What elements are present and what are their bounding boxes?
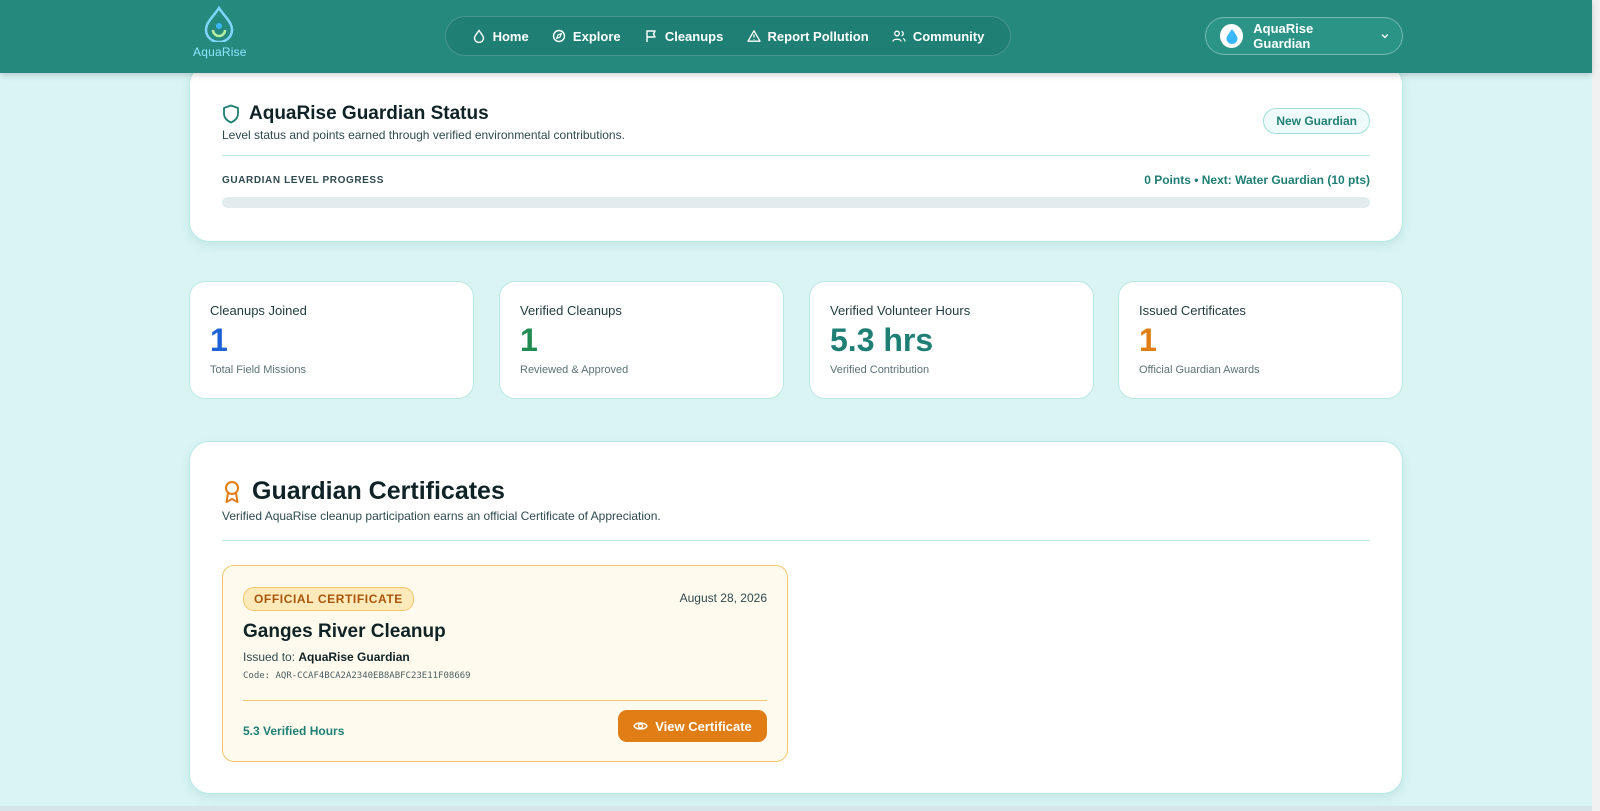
- brand-logo[interactable]: AquaRise: [190, 6, 250, 62]
- nav-item-report-pollution[interactable]: Report Pollution: [746, 28, 869, 44]
- progress-bar: [222, 197, 1370, 208]
- nav-item-home[interactable]: Home: [472, 29, 529, 44]
- stat-value: 1: [520, 322, 538, 358]
- stat-caption: Total Field Missions: [210, 364, 306, 376]
- status-title: AquaRise Guardian Status: [249, 103, 489, 124]
- nav-item-label: Report Pollution: [767, 28, 869, 44]
- view-certificate-label: View Certificate: [655, 718, 752, 734]
- stat-card-verified-cleanups: Verified Cleanups 1 Reviewed & Approved: [499, 281, 784, 399]
- stat-label: Verified Cleanups: [520, 303, 622, 318]
- users-icon: [892, 30, 906, 42]
- droplet-icon: [473, 29, 484, 43]
- status-subtitle: Level status and points earned through v…: [222, 128, 625, 142]
- user-name: AquaRise Guardian: [1253, 21, 1314, 51]
- guardian-level-badge: New Guardian: [1263, 108, 1370, 134]
- top-navigation-bar: AquaRise Home Explore Cleanups Report Po…: [0, 0, 1592, 73]
- nav-item-label: Community: [912, 28, 985, 44]
- divider: [222, 155, 1370, 156]
- nav-item-label: Home: [492, 28, 529, 44]
- status-heading: AquaRise Guardian Status: [222, 103, 489, 125]
- stat-caption: Official Guardian Awards: [1139, 364, 1260, 376]
- nav-item-community[interactable]: Community: [892, 28, 985, 44]
- nav-item-explore[interactable]: Explore: [552, 29, 621, 44]
- water-drop-logo-icon: [204, 6, 234, 42]
- view-certificate-button[interactable]: View Certificate: [618, 710, 767, 742]
- stat-card-volunteer-hours: Verified Volunteer Hours 5.3 hrs Verifie…: [809, 281, 1094, 399]
- official-certificate-badge: OFFICIAL CERTIFICATE: [243, 587, 414, 611]
- certificate-issued-to: Issued to: AquaRise Guardian: [243, 650, 410, 664]
- nav-item-label: Cleanups: [664, 28, 724, 44]
- stat-label: Cleanups Joined: [210, 303, 307, 318]
- certificate-verified-hours: 5.3 Verified Hours: [243, 724, 345, 738]
- award-ribbon-icon: [225, 480, 239, 503]
- certificates-title: Guardian Certificates: [252, 477, 505, 505]
- page-scrollbar[interactable]: [1592, 0, 1600, 811]
- issued-to-name: AquaRise Guardian: [298, 650, 410, 664]
- water-drop-avatar-icon: [1226, 29, 1238, 44]
- eye-icon: [633, 722, 648, 730]
- avatar: [1220, 24, 1244, 48]
- nav-item-label: Explore: [572, 28, 621, 44]
- progress-label: GUARDIAN LEVEL PROGRESS: [222, 175, 384, 186]
- window-bottom-edge: [0, 806, 1592, 811]
- stat-value: 5.3 hrs: [830, 322, 934, 358]
- shield-icon: [223, 104, 239, 124]
- stat-caption: Reviewed & Approved: [520, 364, 629, 376]
- user-menu-button[interactable]: AquaRise Guardian: [1205, 17, 1403, 55]
- nav-item-cleanups[interactable]: Cleanups: [644, 28, 724, 44]
- certificates-subtitle: Verified AquaRise cleanup participation …: [222, 509, 661, 523]
- progress-points-text: 0 Points • Next: Water Guardian (10 pts): [1144, 173, 1370, 187]
- guardian-status-card: AquaRise Guardian Status Level status an…: [189, 64, 1403, 242]
- certificate-date: August 28, 2026: [679, 591, 767, 605]
- stat-card-issued-certificates: Issued Certificates 1 Official Guardian …: [1118, 281, 1403, 399]
- certificate-event-title: Ganges River Cleanup: [243, 621, 446, 642]
- certificate-item: OFFICIAL CERTIFICATE August 28, 2026 Gan…: [222, 565, 788, 762]
- flag-icon: [646, 30, 656, 42]
- main-nav: Home Explore Cleanups Report Pollution C…: [445, 16, 1011, 56]
- divider: [243, 700, 767, 701]
- stat-value: 1: [210, 322, 228, 358]
- certificate-code: Code: AQR-CCAF4BCA2A2340EB8ABFC23E11F086…: [243, 671, 471, 681]
- stat-card-cleanups-joined: Cleanups Joined 1 Total Field Missions: [189, 281, 474, 399]
- stat-label: Issued Certificates: [1139, 303, 1246, 318]
- guardian-certificates-card: Guardian Certificates Verified AquaRise …: [189, 441, 1403, 794]
- stat-caption: Verified Contribution: [830, 364, 930, 376]
- compass-icon: [552, 29, 566, 43]
- chevron-down-icon: [1381, 34, 1389, 39]
- brand-name: AquaRise: [193, 45, 247, 59]
- stat-label: Verified Volunteer Hours: [830, 303, 971, 318]
- warning-triangle-icon: [746, 30, 761, 42]
- stat-value: 1: [1139, 322, 1157, 358]
- divider: [222, 540, 1370, 541]
- certificates-heading: Guardian Certificates: [222, 477, 505, 506]
- issued-to-label: Issued to:: [243, 650, 296, 664]
